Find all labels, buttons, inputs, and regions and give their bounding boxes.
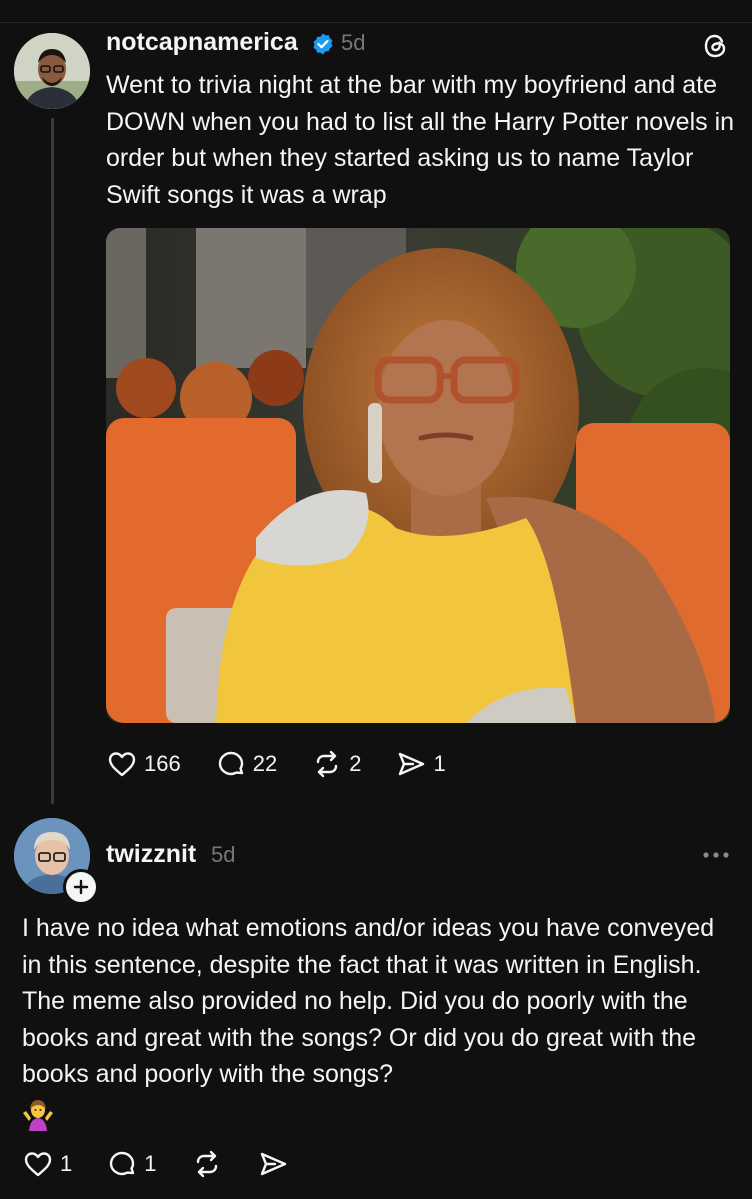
- post-time: 5d: [341, 30, 366, 55]
- comment-button[interactable]: 1: [106, 1148, 157, 1180]
- send-icon: [399, 752, 425, 776]
- comment-count: 22: [252, 751, 278, 776]
- reply-text: I have no idea what emotions and/or idea…: [22, 914, 715, 1088]
- repost-icon: [196, 1150, 217, 1178]
- repost-icon: [317, 750, 338, 778]
- post-action-bar: 166 22 2 1: [106, 748, 480, 780]
- comment-icon: [218, 751, 243, 776]
- avatar[interactable]: [14, 33, 90, 109]
- comment-icon: [110, 1151, 135, 1176]
- like-count: 1: [60, 1151, 73, 1176]
- thread-line: [51, 118, 54, 804]
- more-options-icon[interactable]: [700, 843, 732, 867]
- reply-username[interactable]: twizznit: [106, 840, 196, 869]
- threads-logo-icon[interactable]: [700, 31, 730, 61]
- repost-button[interactable]: 2: [311, 748, 361, 780]
- post-meme-image[interactable]: [106, 228, 730, 723]
- top-divider: [0, 22, 752, 23]
- post-username[interactable]: notcapnamerica: [106, 28, 298, 57]
- like-button[interactable]: 166: [106, 748, 181, 780]
- repost-count: 2: [349, 751, 362, 776]
- reply-action-bar: 1 1: [22, 1148, 323, 1180]
- verified-badge-icon: [313, 33, 333, 55]
- comment-count: 1: [144, 1151, 157, 1176]
- heart-icon: [108, 752, 136, 777]
- share-count: 1: [433, 751, 446, 776]
- plus-icon: [73, 879, 89, 895]
- heart-icon: [24, 1152, 52, 1177]
- share-button[interactable]: 1: [395, 748, 446, 780]
- post-text: Went to trivia night at the bar with my …: [106, 71, 735, 209]
- follow-plus-button[interactable]: [63, 869, 99, 905]
- comment-button[interactable]: 22: [215, 748, 277, 780]
- woman-shrugging-emoji-icon: [23, 1100, 53, 1131]
- send-icon: [260, 1152, 286, 1176]
- like-button[interactable]: 1: [22, 1148, 72, 1180]
- like-count: 166: [144, 751, 181, 776]
- repost-button[interactable]: [191, 1148, 223, 1180]
- reply-time: 5d: [211, 842, 236, 867]
- share-button[interactable]: [257, 1148, 289, 1180]
